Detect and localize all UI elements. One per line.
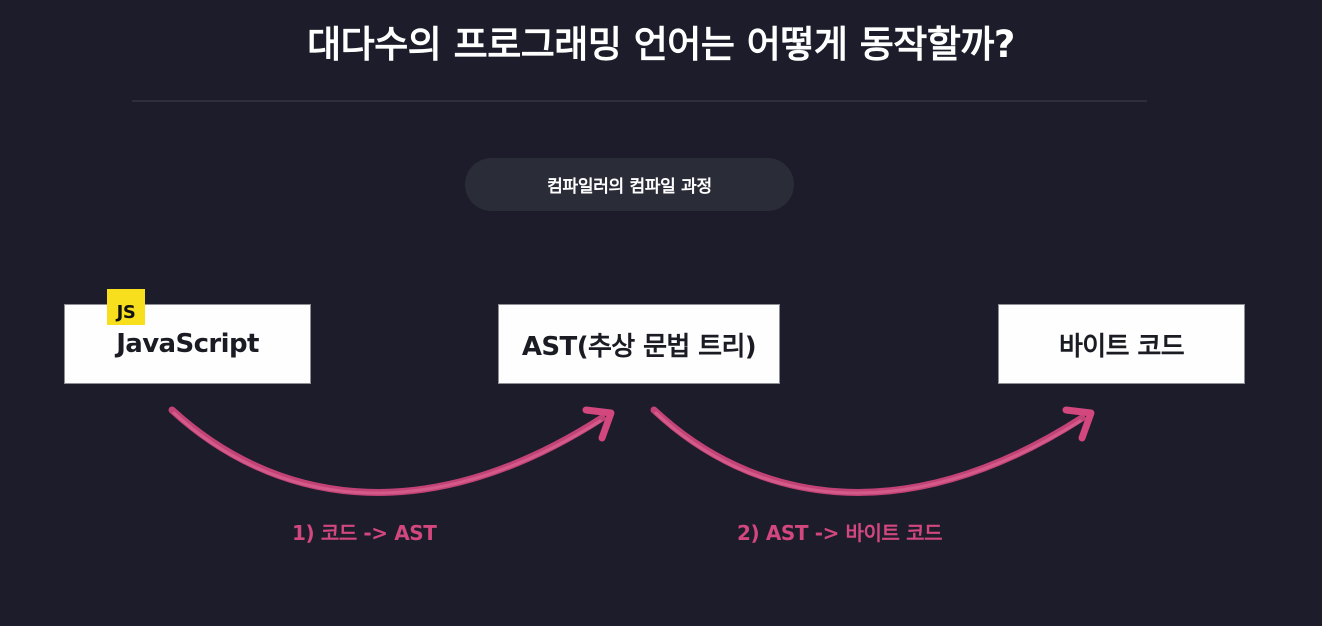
- title-divider: [132, 100, 1147, 102]
- curved-arrow-icon-texture: [654, 411, 1082, 495]
- node-bytecode: 바이트 코드: [999, 305, 1244, 383]
- curved-arrow-icon: [650, 406, 1086, 496]
- node-bytecode-label: 바이트 코드: [1058, 331, 1185, 362]
- javascript-logo-icon: JS: [107, 289, 145, 325]
- curved-arrow-icon-texture: [172, 411, 602, 495]
- step-2-label: 2) AST -> 바이트 코드: [737, 521, 943, 545]
- section-pill: 컴파일러의 컴파일 과정: [465, 158, 794, 211]
- node-javascript: JavaScript: [65, 305, 310, 383]
- node-ast: AST(추상 문법 트리): [499, 305, 779, 383]
- arrow-head-icon: [582, 406, 615, 442]
- curved-arrow-icon: [168, 406, 606, 496]
- arrow-head-icon: [1062, 406, 1095, 442]
- node-javascript-label: JavaScript: [116, 329, 259, 359]
- node-ast-label: AST(추상 문법 트리): [521, 331, 757, 362]
- step-1-label: 1) 코드 -> AST: [292, 521, 437, 545]
- page-title: 대다수의 프로그래밍 언어는 어떻게 동작할까?: [307, 23, 1015, 66]
